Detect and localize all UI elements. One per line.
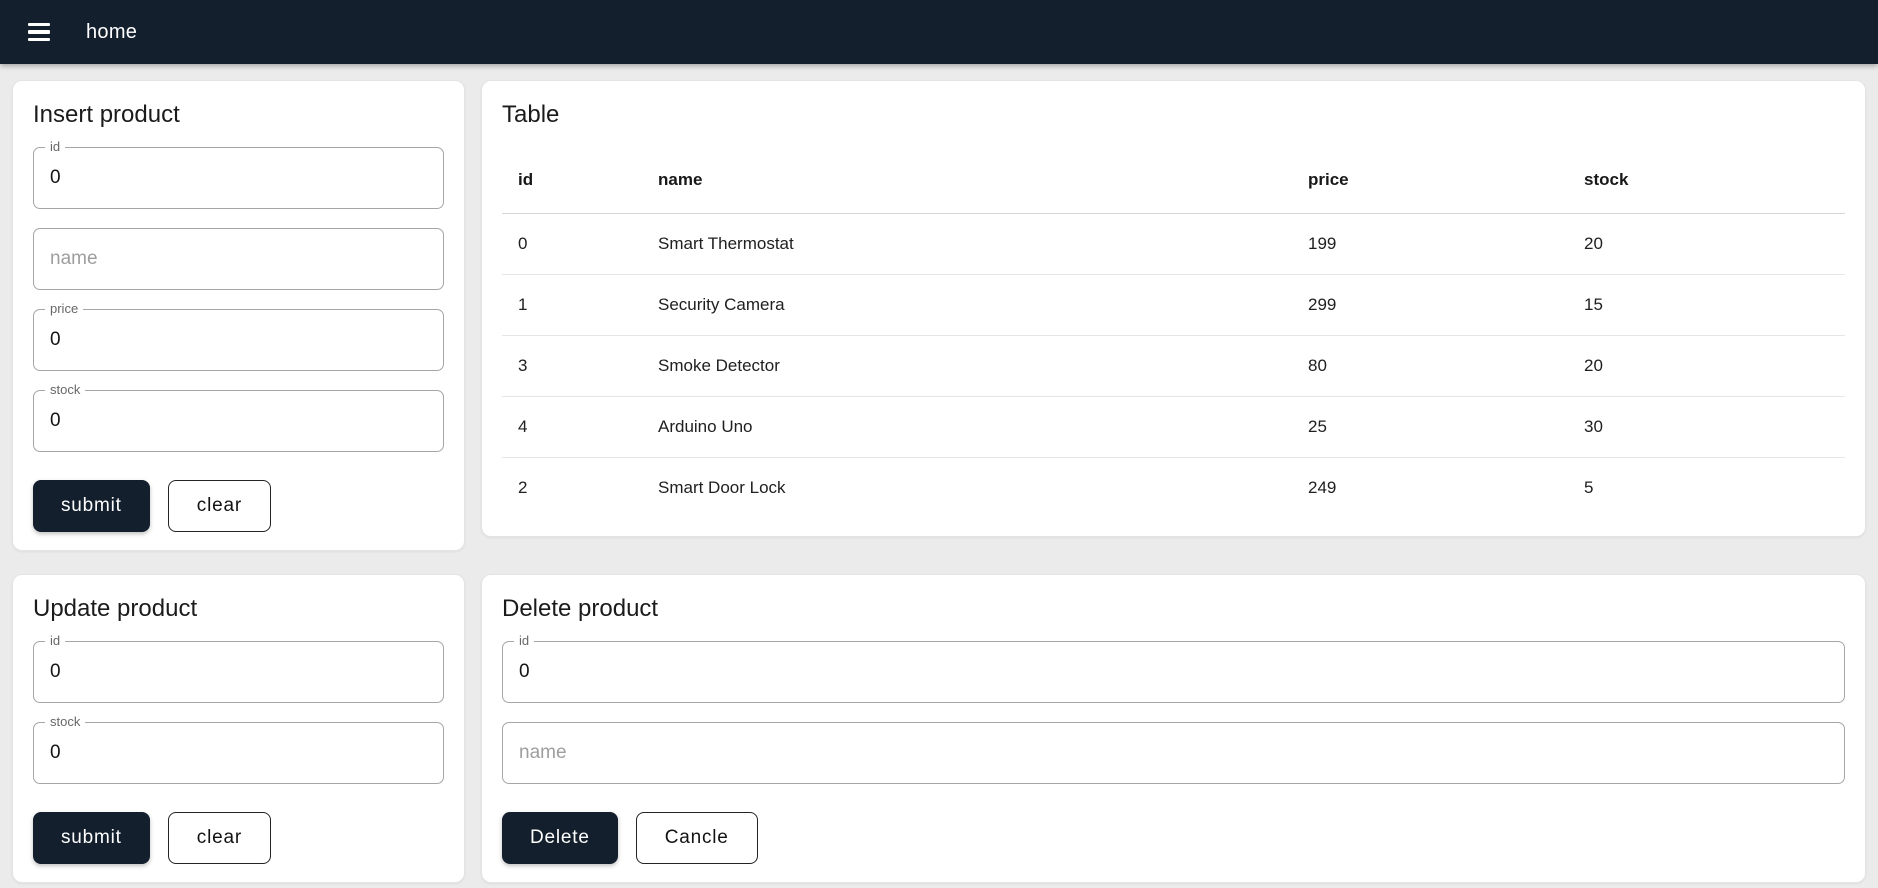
insert-buttons-row: submit clear bbox=[33, 480, 444, 532]
main-content: Insert product id price stock submit cle… bbox=[0, 64, 1878, 888]
insert-stock-input[interactable] bbox=[34, 391, 443, 451]
delete-product-card: Delete product id Delete Cancle bbox=[481, 574, 1866, 883]
cell-name: Smoke Detector bbox=[642, 335, 1292, 397]
update-buttons-row: submit clear bbox=[33, 812, 444, 864]
app-root: home Insert product id price stock submi bbox=[0, 0, 1878, 888]
insert-stock-field: stock bbox=[33, 382, 444, 452]
delete-id-input[interactable] bbox=[503, 642, 1844, 702]
page-title: home bbox=[86, 20, 138, 43]
column-header-price: price bbox=[1292, 147, 1568, 214]
cell-price: 199 bbox=[1292, 213, 1568, 275]
table-row: 3 Smoke Detector 80 20 bbox=[502, 335, 1845, 397]
update-id-field: id bbox=[33, 633, 444, 703]
insert-price-field: price bbox=[33, 301, 444, 371]
hamburger-menu-icon bbox=[28, 22, 50, 42]
update-clear-button[interactable]: clear bbox=[167, 812, 271, 864]
column-header-stock: stock bbox=[1568, 147, 1845, 214]
table-row: 2 Smart Door Lock 249 5 bbox=[502, 457, 1845, 518]
cell-name: Arduino Uno bbox=[642, 396, 1292, 458]
cell-name: Smart Thermostat bbox=[642, 213, 1292, 275]
insert-id-input[interactable] bbox=[34, 148, 443, 208]
column-header-id: id bbox=[502, 147, 642, 214]
cell-stock: 20 bbox=[1568, 213, 1845, 275]
table-header: id name price stock bbox=[502, 147, 1845, 214]
table-body: 0 Smart Thermostat 199 20 1 Security Cam… bbox=[502, 213, 1845, 518]
delete-name-input[interactable] bbox=[503, 723, 1844, 783]
menu-bar bbox=[28, 22, 50, 27]
update-card-title: Update product bbox=[33, 595, 198, 622]
update-submit-button[interactable]: submit bbox=[33, 812, 150, 864]
insert-product-card: Insert product id price stock submit cle… bbox=[12, 80, 465, 551]
delete-button[interactable]: Delete bbox=[502, 812, 618, 864]
delete-buttons-row: Delete Cancle bbox=[502, 812, 1845, 864]
table-card: Table id name price stock 0 Smart Thermo… bbox=[481, 80, 1866, 537]
update-stock-field: stock bbox=[33, 714, 444, 784]
cell-stock: 5 bbox=[1584, 477, 1594, 497]
insert-card-title: Insert product bbox=[33, 101, 180, 128]
table-card-title: Table bbox=[502, 101, 560, 128]
cell-price: 80 bbox=[1292, 335, 1568, 397]
insert-submit-button[interactable]: submit bbox=[33, 480, 150, 532]
cell-name: Security Camera bbox=[642, 274, 1292, 336]
delete-card-title: Delete product bbox=[502, 595, 659, 622]
table-row: 1 Security Camera 299 15 bbox=[502, 274, 1845, 336]
update-id-input[interactable] bbox=[34, 642, 443, 702]
app-bar: home bbox=[0, 0, 1878, 64]
cell-stock: 20 bbox=[1568, 335, 1845, 397]
table-row: 0 Smart Thermostat 199 20 bbox=[502, 213, 1845, 275]
insert-clear-button[interactable]: clear bbox=[167, 480, 271, 532]
cell-name: Smart Door Lock bbox=[658, 477, 786, 497]
insert-name-field bbox=[33, 228, 444, 290]
cell-price: 25 bbox=[1292, 396, 1568, 458]
cell-price: 249 bbox=[1308, 477, 1337, 497]
cell-id: 0 bbox=[502, 213, 642, 275]
insert-price-input[interactable] bbox=[34, 310, 443, 370]
update-product-card: Update product id stock submit clear bbox=[12, 574, 465, 883]
menu-button[interactable] bbox=[16, 9, 62, 55]
delete-id-field: id bbox=[502, 633, 1845, 703]
cell-stock: 15 bbox=[1568, 274, 1845, 336]
products-table: id name price stock 0 Smart Thermostat 1… bbox=[502, 147, 1845, 518]
cell-id: 2 bbox=[518, 477, 528, 497]
delete-id-field-label: id bbox=[514, 633, 535, 649]
update-id-field-label: id bbox=[45, 633, 66, 649]
update-stock-field-label: stock bbox=[45, 714, 86, 730]
cell-id: 3 bbox=[502, 335, 642, 397]
menu-bar bbox=[28, 37, 50, 42]
update-stock-input[interactable] bbox=[34, 723, 443, 783]
cell-id: 1 bbox=[502, 274, 642, 336]
table-row: 4 Arduino Uno 25 30 bbox=[502, 396, 1845, 458]
table-header-row: id name price stock bbox=[502, 147, 1845, 214]
cell-price: 299 bbox=[1292, 274, 1568, 336]
cancel-button[interactable]: Cancle bbox=[635, 812, 758, 864]
insert-id-field: id bbox=[33, 139, 444, 209]
insert-stock-field-label: stock bbox=[45, 382, 86, 398]
cell-id: 4 bbox=[502, 396, 642, 458]
delete-name-field bbox=[502, 722, 1845, 784]
insert-id-field-label: id bbox=[45, 139, 66, 155]
column-header-name: name bbox=[642, 147, 1292, 214]
menu-bar bbox=[28, 30, 50, 34]
insert-name-input[interactable] bbox=[34, 229, 443, 289]
insert-price-field-label: price bbox=[45, 301, 84, 317]
cell-stock: 30 bbox=[1568, 396, 1845, 458]
